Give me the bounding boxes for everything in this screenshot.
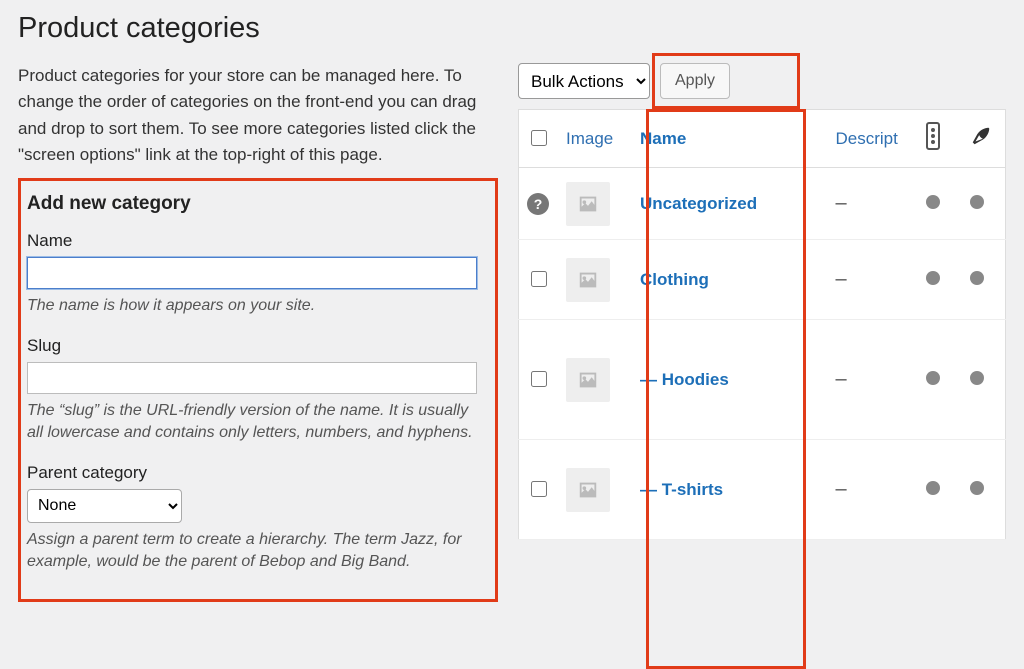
- parent-label: Parent category: [27, 463, 487, 483]
- apply-button[interactable]: Apply: [660, 63, 730, 99]
- table-row: Clothing –: [519, 240, 1006, 320]
- select-all-checkbox[interactable]: [531, 130, 547, 146]
- image-placeholder-icon: [566, 258, 610, 302]
- row-checkbox[interactable]: [531, 371, 547, 387]
- status-dot-icon: [926, 271, 940, 285]
- row-checkbox[interactable]: [531, 481, 547, 497]
- help-icon[interactable]: ?: [527, 193, 549, 215]
- description-cell: –: [828, 240, 918, 320]
- row-checkbox[interactable]: [531, 271, 547, 287]
- header-feather-icon[interactable]: [962, 110, 1006, 168]
- header-image: Image: [558, 110, 632, 168]
- categories-table: Image Name Descript ?Uncategorized–Cloth…: [518, 109, 1006, 540]
- status-dot-icon: [970, 271, 984, 285]
- image-placeholder-icon: [566, 468, 610, 512]
- parent-select[interactable]: None: [27, 489, 182, 523]
- add-category-form: Add new category Name The name is how it…: [18, 178, 498, 602]
- category-link[interactable]: — Hoodies: [640, 370, 729, 389]
- slug-hint: The “slug” is the URL-friendly version o…: [27, 400, 487, 445]
- category-link[interactable]: Uncategorized: [640, 194, 757, 213]
- name-input[interactable]: [27, 257, 477, 289]
- name-label: Name: [27, 231, 487, 251]
- page-title: Product categories: [18, 12, 1006, 45]
- description-cell: –: [828, 168, 918, 240]
- bulk-actions-select[interactable]: Bulk Actions: [518, 63, 650, 99]
- image-placeholder-icon: [566, 182, 610, 226]
- status-dot-icon: [926, 371, 940, 385]
- category-link[interactable]: Clothing: [640, 270, 709, 289]
- status-dot-icon: [970, 481, 984, 495]
- description-cell: –: [828, 320, 918, 440]
- intro-text: Product categories for your store can be…: [18, 63, 498, 168]
- header-count-icon[interactable]: [918, 110, 962, 168]
- header-name[interactable]: Name: [632, 110, 828, 168]
- form-title: Add new category: [27, 193, 487, 215]
- status-dot-icon: [970, 371, 984, 385]
- image-placeholder-icon: [566, 358, 610, 402]
- header-description[interactable]: Descript: [828, 110, 918, 168]
- name-hint: The name is how it appears on your site.: [27, 295, 487, 317]
- status-dot-icon: [926, 481, 940, 495]
- status-dot-icon: [926, 195, 940, 209]
- table-row: — Hoodies –: [519, 320, 1006, 440]
- parent-hint: Assign a parent term to create a hierarc…: [27, 529, 487, 574]
- slug-input[interactable]: [27, 362, 477, 394]
- slug-label: Slug: [27, 336, 487, 356]
- status-dot-icon: [970, 195, 984, 209]
- description-cell: –: [828, 440, 918, 540]
- category-link[interactable]: — T-shirts: [640, 480, 723, 499]
- table-row: ? Uncategorized –: [519, 168, 1006, 240]
- table-row: — T-shirts –: [519, 440, 1006, 540]
